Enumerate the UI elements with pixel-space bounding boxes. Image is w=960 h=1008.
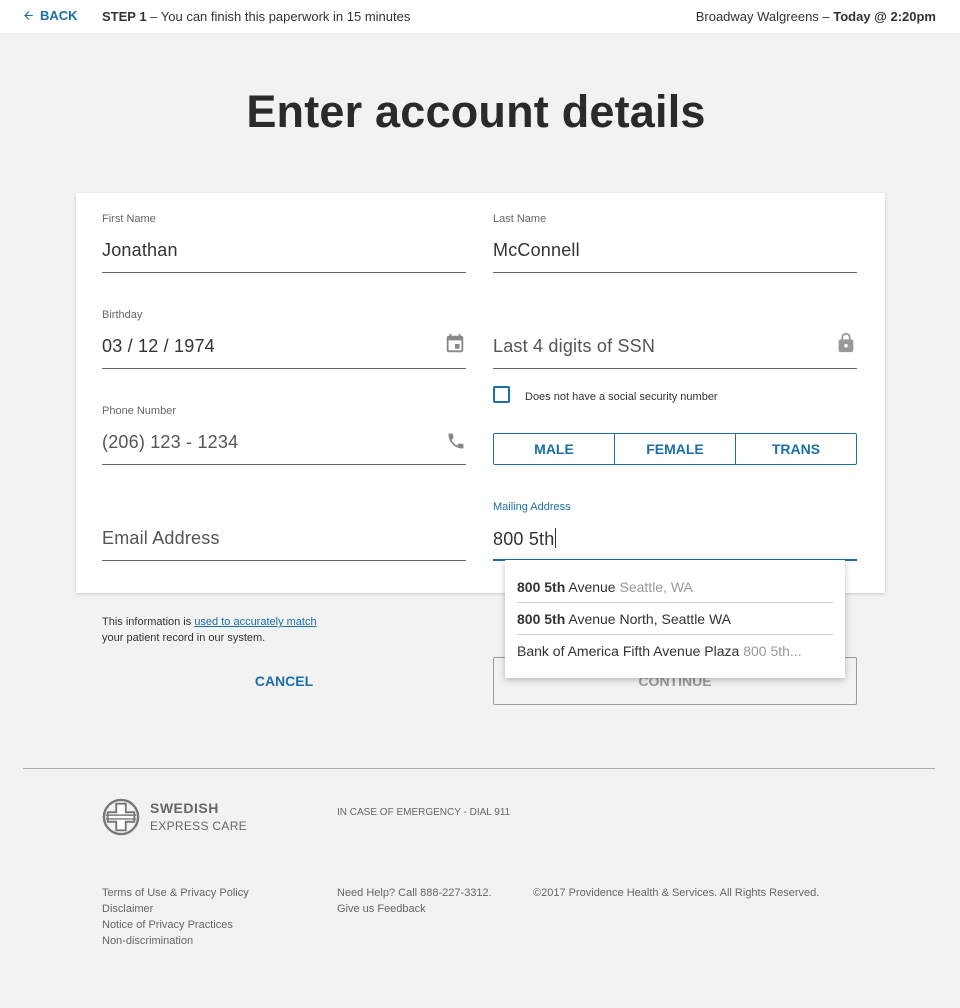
- autocomplete-option[interactable]: 800 5th Avenue Seattle, WA: [517, 571, 833, 603]
- privacy-info: This information is used to accurately m…: [102, 614, 317, 646]
- first-name-label: First Name: [102, 213, 156, 225]
- logo-line-1: SWEDISH: [150, 800, 219, 816]
- step-description: – You can finish this paperwork in 15 mi…: [146, 9, 411, 24]
- gender-male-button[interactable]: MALE: [494, 434, 615, 464]
- feedback-link[interactable]: Give us Feedback: [337, 901, 492, 917]
- no-ssn-option[interactable]: Does not have a social security number: [493, 386, 718, 403]
- autocomplete-text: Avenue North, Seattle WA: [565, 611, 732, 627]
- last-name-value[interactable]: McConnell: [493, 240, 580, 261]
- autocomplete-text: Bank of America Fifth Avenue Plaza: [517, 643, 740, 659]
- ssn-placeholder[interactable]: Last 4 digits of SSN: [493, 336, 655, 357]
- last-name-label: Last Name: [493, 213, 547, 225]
- gender-female-button[interactable]: FEMALE: [615, 434, 736, 464]
- copyright-text: ©2017 Providence Health & Services. All …: [533, 887, 820, 899]
- gender-trans-button[interactable]: TRANS: [736, 434, 856, 464]
- back-button[interactable]: BACK: [22, 8, 78, 23]
- autocomplete-option[interactable]: Bank of America Fifth Avenue Plaza 800 5…: [517, 635, 833, 667]
- autocomplete-match: 800 5th: [517, 611, 566, 627]
- mailing-address-text: 800 5th: [493, 529, 555, 549]
- info-prefix: This information is: [102, 616, 195, 628]
- mailing-address-label: Mailing Address: [493, 501, 571, 513]
- non-discrimination-link[interactable]: Non-discrimination: [102, 933, 249, 949]
- no-ssn-label: Does not have a social security number: [525, 390, 718, 403]
- first-name-field[interactable]: First Name Jonathan: [102, 193, 466, 273]
- accurate-match-link[interactable]: used to accurately match: [194, 616, 316, 628]
- birthday-field[interactable]: Birthday 03 / 12 / 1974: [102, 289, 466, 369]
- lock-icon: [838, 332, 854, 353]
- phone-label: Phone Number: [102, 405, 176, 417]
- appointment-info: Broadway Walgreens – Today @ 2:20pm: [696, 9, 936, 24]
- emergency-notice: IN CASE OF EMERGENCY - DIAL 911: [337, 807, 511, 818]
- autocomplete-text: Avenue: [565, 579, 616, 595]
- back-label: BACK: [40, 8, 78, 23]
- autocomplete-secondary: 800 5th...: [739, 643, 802, 659]
- email-placeholder[interactable]: Email Address: [102, 528, 220, 549]
- first-name-value[interactable]: Jonathan: [102, 240, 178, 261]
- step-indicator: STEP 1 – You can finish this paperwork i…: [102, 9, 410, 24]
- footer-help: Need Help? Call 888-227-3312. Give us Fe…: [337, 885, 492, 917]
- page-title: Enter account details: [246, 86, 706, 137]
- help-phone-text[interactable]: Need Help? Call 888-227-3312.: [337, 885, 492, 901]
- privacy-practices-link[interactable]: Notice of Privacy Practices: [102, 917, 249, 933]
- footer-links: Terms of Use & Privacy Policy Disclaimer…: [102, 885, 249, 949]
- logo-line-2: EXPRESS CARE: [150, 819, 247, 833]
- autocomplete-option[interactable]: 800 5th Avenue North, Seattle WA: [517, 603, 833, 635]
- email-field[interactable]: Email Address: [102, 481, 466, 561]
- text-caret: [555, 528, 557, 548]
- autocomplete-match: 800 5th: [517, 579, 566, 595]
- phone-field[interactable]: Phone Number (206) 123 - 1234: [102, 385, 466, 465]
- arrow-left-icon: [24, 11, 33, 20]
- phone-icon: [448, 433, 464, 449]
- swedish-cross-logo-icon: [102, 798, 140, 836]
- footer-divider: [23, 768, 935, 769]
- ssn-field[interactable]: Last 4 digits of SSN: [493, 289, 857, 369]
- terms-privacy-link[interactable]: Terms of Use & Privacy Policy: [102, 885, 249, 901]
- info-suffix: your patient record in our system.: [102, 632, 266, 644]
- birthday-label: Birthday: [102, 309, 143, 321]
- calendar-icon[interactable]: [444, 333, 466, 355]
- mailing-address-value[interactable]: 800 5th: [493, 528, 557, 550]
- swedish-logo[interactable]: SWEDISH EXPRESS CARE: [102, 798, 247, 836]
- autocomplete-secondary: Seattle, WA: [615, 579, 693, 595]
- address-autocomplete-dropdown: 800 5th Avenue Seattle, WA 800 5th Avenu…: [505, 560, 845, 678]
- phone-placeholder[interactable]: (206) 123 - 1234: [102, 432, 238, 453]
- gender-selector: MALE FEMALE TRANS: [493, 433, 857, 465]
- last-name-field[interactable]: Last Name McConnell: [493, 193, 857, 273]
- no-ssn-checkbox[interactable]: [493, 386, 510, 403]
- disclaimer-link[interactable]: Disclaimer: [102, 901, 249, 917]
- mailing-address-field[interactable]: Mailing Address 800 5th: [493, 481, 857, 561]
- location-name: Broadway Walgreens –: [695, 9, 834, 24]
- appointment-time: Today @ 2:20pm: [833, 9, 936, 24]
- step-label: STEP 1: [102, 9, 147, 24]
- account-form-card: First Name Jonathan Last Name McConnell …: [76, 193, 885, 593]
- birthday-value[interactable]: 03 / 12 / 1974: [102, 336, 215, 357]
- top-bar: BACK STEP 1 – You can finish this paperw…: [0, 0, 960, 33]
- cancel-button[interactable]: CANCEL: [102, 657, 466, 705]
